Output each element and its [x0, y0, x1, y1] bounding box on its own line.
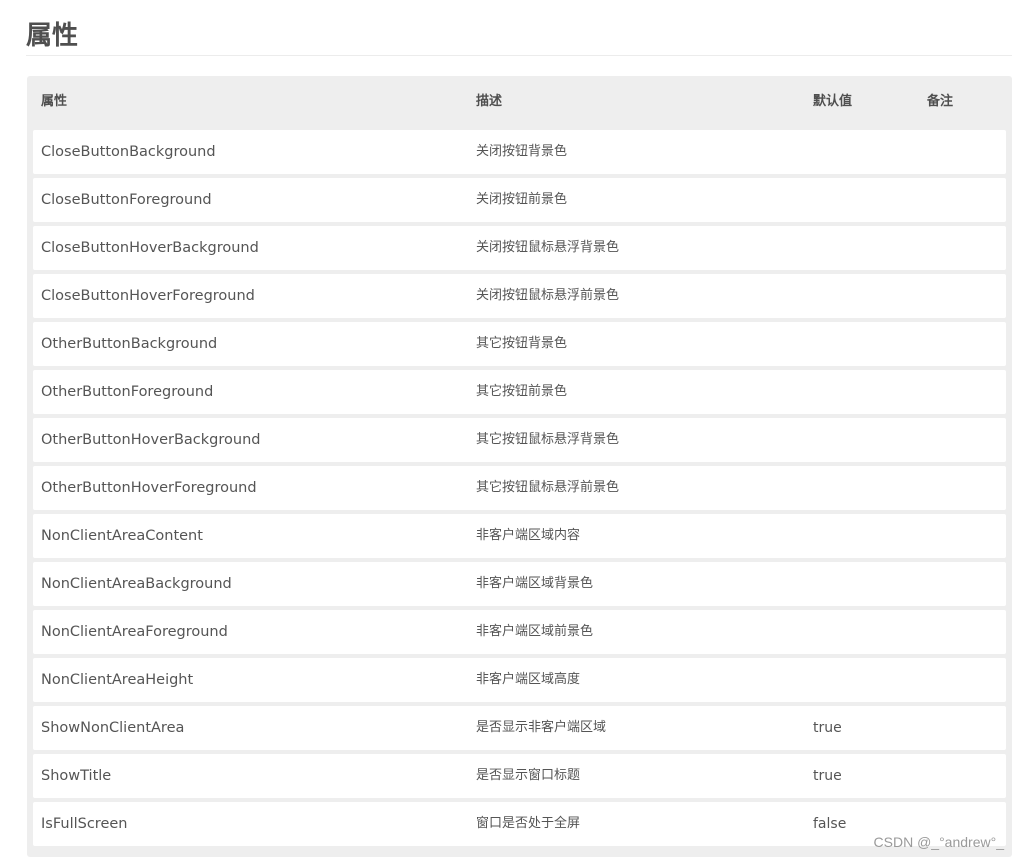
table-row: CloseButtonHoverBackground 关闭按钮鼠标悬浮背景色 — [33, 226, 1006, 270]
property-name-cell: ShowTitle — [41, 768, 112, 784]
table-row: CloseButtonHoverForeground 关闭按钮鼠标悬浮前景色 — [33, 274, 1006, 318]
property-name-cell: CloseButtonBackground — [41, 144, 216, 160]
table-body: CloseButtonBackground 关闭按钮背景色 CloseButtonF… — [33, 130, 1006, 850]
description-cell: 其它按钮背景色 — [476, 336, 568, 351]
property-name-cell: NonClientAreaContent — [41, 528, 203, 544]
table-row: OtherButtonHoverForeground 其它按钮鼠标悬浮前景色 — [33, 466, 1006, 510]
header-description: 描述 — [476, 94, 503, 109]
table-row: OtherButtonForeground 其它按钮前景色 — [33, 370, 1006, 414]
table-row: CloseButtonForeground 关闭按钮前景色 — [33, 178, 1006, 222]
table-row: OtherButtonHoverBackground 其它按钮鼠标悬浮背景色 — [33, 418, 1006, 462]
table-header-row: 属性 描述 默认值 备注 — [27, 76, 1012, 128]
description-cell: 是否显示窗口标题 — [476, 768, 581, 783]
property-name-cell: OtherButtonHoverForeground — [41, 480, 257, 496]
default-value-cell: true — [813, 720, 842, 736]
heading-divider — [26, 55, 1012, 56]
property-name-cell: NonClientAreaHeight — [41, 672, 194, 688]
default-value-cell: true — [813, 768, 842, 784]
description-cell: 关闭按钮鼠标悬浮前景色 — [476, 288, 620, 303]
properties-table: 属性 描述 默认值 备注 CloseButtonBackground 关闭按钮背景… — [27, 76, 1012, 857]
description-cell: 非客户端区域内容 — [476, 528, 581, 543]
description-cell: 其它按钮鼠标悬浮背景色 — [476, 432, 620, 447]
table-row: CloseButtonBackground 关闭按钮背景色 — [33, 130, 1006, 174]
description-cell: 其它按钮鼠标悬浮前景色 — [476, 480, 620, 495]
property-name-cell: OtherButtonBackground — [41, 336, 218, 352]
description-cell: 关闭按钮背景色 — [476, 144, 568, 159]
description-cell: 非客户端区域背景色 — [476, 576, 594, 591]
property-name-cell: ShowNonClientArea — [41, 720, 185, 736]
property-name-cell: CloseButtonHoverBackground — [41, 240, 259, 256]
header-property: 属性 — [41, 94, 68, 109]
description-cell: 其它按钮前景色 — [476, 384, 568, 399]
description-cell: 是否显示非客户端区域 — [476, 720, 607, 735]
table-row: NonClientAreaContent 非客户端区域内容 — [33, 514, 1006, 558]
section-heading: 属性 — [26, 21, 79, 51]
property-name-cell: NonClientAreaForeground — [41, 624, 228, 640]
property-name-cell: IsFullScreen — [41, 816, 128, 832]
description-cell: 关闭按钮鼠标悬浮背景色 — [476, 240, 620, 255]
page: 属性 属性 描述 默认值 备注 CloseButtonBackground 关闭按… — [0, 0, 1018, 857]
property-name-cell: NonClientAreaBackground — [41, 576, 232, 592]
property-name-cell: CloseButtonForeground — [41, 192, 212, 208]
property-name-cell: CloseButtonHoverForeground — [41, 288, 255, 304]
property-name-cell: OtherButtonForeground — [41, 384, 214, 400]
property-name-cell: OtherButtonHoverBackground — [41, 432, 261, 448]
table-row: NonClientAreaBackground 非客户端区域背景色 — [33, 562, 1006, 606]
description-cell: 关闭按钮前景色 — [476, 192, 568, 207]
table-row: ShowTitle 是否显示窗口标题 true — [33, 754, 1006, 798]
table-row: IsFullScreen 窗口是否处于全屏 false — [33, 802, 1006, 846]
table-row: NonClientAreaHeight 非客户端区域高度 — [33, 658, 1006, 702]
header-default-value: 默认值 — [813, 94, 853, 109]
description-cell: 非客户端区域高度 — [476, 672, 581, 687]
header-note: 备注 — [927, 94, 954, 109]
table-row: NonClientAreaForeground 非客户端区域前景色 — [33, 610, 1006, 654]
description-cell: 窗口是否处于全屏 — [476, 816, 581, 831]
table-row: ShowNonClientArea 是否显示非客户端区域 true — [33, 706, 1006, 750]
default-value-cell: false — [813, 816, 847, 832]
description-cell: 非客户端区域前景色 — [476, 624, 594, 639]
watermark: CSDN @_°andrew°_ — [873, 834, 1004, 850]
table-row: OtherButtonBackground 其它按钮背景色 — [33, 322, 1006, 366]
